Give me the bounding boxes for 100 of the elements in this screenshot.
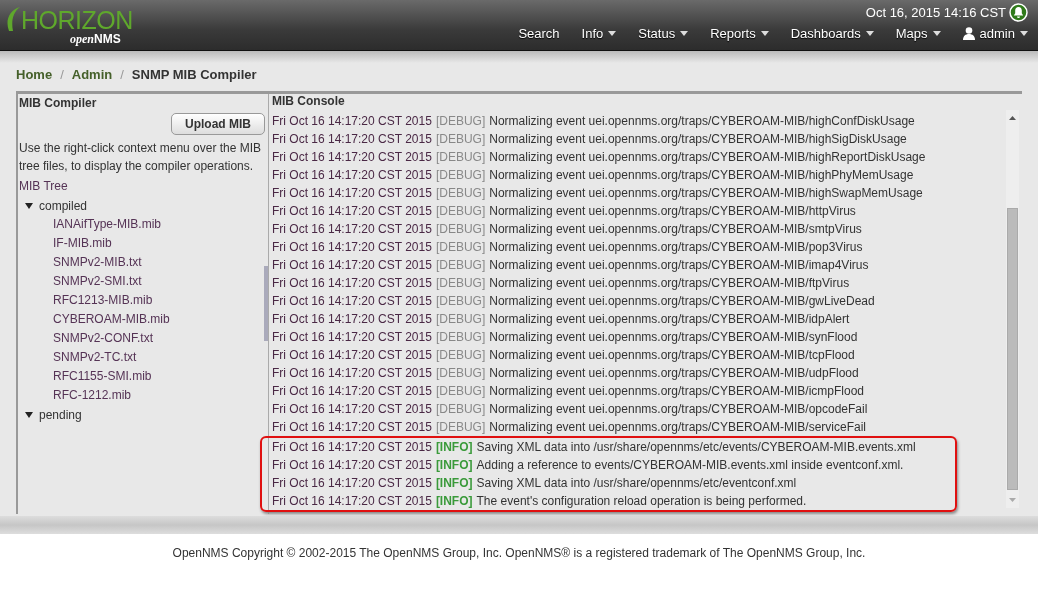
log-timestamp: Fri Oct 16 14:17:20 CST 2015 <box>272 440 432 454</box>
user-icon <box>962 27 975 40</box>
log-level: [DEBUG] <box>435 204 486 218</box>
log-timestamp: Fri Oct 16 14:17:20 CST 2015 <box>272 114 432 128</box>
log-timestamp: Fri Oct 16 14:17:20 CST 2015 <box>272 312 432 326</box>
scrollbar[interactable] <box>264 266 268 341</box>
log-timestamp: Fri Oct 16 14:17:20 CST 2015 <box>272 150 432 164</box>
triangle-icon[interactable] <box>25 410 33 419</box>
log-message: Saving XML data into /usr/share/opennms/etc/eventconf.xml <box>476 476 797 490</box>
log-message: Normalizing event uei.opennms.org/traps/CYBEROAM-MIB/smtpVirus <box>489 222 862 236</box>
log-message: Normalizing event uei.opennms.org/traps/CYBEROAM-MIB/icmpFlood <box>489 384 865 398</box>
log-message: Normalizing event uei.opennms.org/traps/CYBEROAM-MIB/highConfDiskUsage <box>489 114 915 128</box>
tree-file[interactable]: SNMPv2-SMI.txt <box>19 272 268 291</box>
log-level: [DEBUG] <box>435 384 486 398</box>
swoosh-icon <box>6 7 20 31</box>
log-timestamp: Fri Oct 16 14:17:20 CST 2015 <box>272 186 432 200</box>
datetime: Oct 16, 2015 14:16 CST <box>865 5 1006 20</box>
tree-file[interactable]: SNMPv2-MIB.txt <box>19 253 268 272</box>
log-timestamp: Fri Oct 16 14:17:20 CST 2015 <box>272 458 432 472</box>
log-message: Normalizing event uei.opennms.org/traps/CYBEROAM-MIB/ftpVirus <box>489 276 850 290</box>
log-message: Normalizing event uei.opennms.org/traps/CYBEROAM-MIB/httpVirus <box>489 204 856 218</box>
log-timestamp: Fri Oct 16 14:17:20 CST 2015 <box>272 168 432 182</box>
logo-title: HORIZON <box>21 8 133 33</box>
scrollbar-thumb[interactable] <box>1007 208 1018 490</box>
log-timestamp: Fri Oct 16 14:17:20 CST 2015 <box>272 402 432 416</box>
log-message: Normalizing event uei.opennms.org/traps/CYBEROAM-MIB/pop3Virus <box>489 240 863 254</box>
log-level: [DEBUG] <box>435 330 486 344</box>
tree-file[interactable]: IANAifType-MIB.mib <box>19 215 268 234</box>
log-level: [DEBUG] <box>435 168 486 182</box>
log-level: [DEBUG] <box>435 240 486 254</box>
log-timestamp: Fri Oct 16 14:17:20 CST 2015 <box>272 476 432 490</box>
log-timestamp: Fri Oct 16 14:17:20 CST 2015 <box>272 384 432 398</box>
breadcrumb-link[interactable]: Admin <box>71 66 113 82</box>
breadcrumb-separator: / <box>120 66 124 82</box>
tree-file[interactable]: RFC1155-SMI.mib <box>19 367 268 386</box>
nav-menu-item[interactable]: Status <box>616 23 689 44</box>
tree-title: MIB Tree <box>19 178 69 195</box>
log-message: Normalizing event uei.opennms.org/traps/CYBEROAM-MIB/udpFlood <box>489 366 859 380</box>
nav-menu-item[interactable]: Search <box>496 23 560 44</box>
tree-folder[interactable]: pending <box>39 407 82 422</box>
log-level: [DEBUG] <box>435 186 486 200</box>
log-level: [DEBUG] <box>435 132 486 146</box>
log-level: [DEBUG] <box>435 276 486 290</box>
log-message: Normalizing event uei.opennms.org/traps/CYBEROAM-MIB/highPhyMemUsage <box>489 168 914 182</box>
log-level: [INFO] <box>435 494 473 508</box>
log-message: Normalizing event uei.opennms.org/traps/CYBEROAM-MIB/highReportDiskUsage <box>489 150 926 164</box>
log-level: [INFO] <box>435 440 473 454</box>
nav-menu-item[interactable]: Info <box>559 23 617 44</box>
log-message: Normalizing event uei.opennms.org/traps/CYBEROAM-MIB/synFlood <box>489 330 858 344</box>
log-level: [DEBUG] <box>435 312 486 326</box>
log-level: [DEBUG] <box>435 366 486 380</box>
help-text: Use the right-click context menu over the MIB tree files, to display the compiler operations. <box>19 140 263 175</box>
log-level: [INFO] <box>435 476 473 490</box>
log-timestamp: Fri Oct 16 14:17:20 CST 2015 <box>272 276 432 290</box>
scroll-up-icon[interactable] <box>1009 116 1016 120</box>
log-level: [DEBUG] <box>435 402 486 416</box>
log-timestamp: Fri Oct 16 14:17:20 CST 2015 <box>272 258 432 272</box>
log-timestamp: Fri Oct 16 14:17:20 CST 2015 <box>272 222 432 236</box>
panel-title: MIB Console <box>272 94 346 108</box>
upload-button[interactable]: Upload MIB <box>171 113 265 135</box>
log-message: Normalizing event uei.opennms.org/traps/CYBEROAM-MIB/highSwapMemUsage <box>489 186 923 200</box>
tree-file[interactable]: RFC-1212.mib <box>19 386 268 405</box>
log-timestamp: Fri Oct 16 14:17:20 CST 2015 <box>272 330 432 344</box>
log-message: Adding a reference to events/CYBEROAM-MIB.events.xml inside eventconf.xml. <box>476 458 904 472</box>
panel-title: MIB Compiler <box>19 96 98 110</box>
nav-menu-item[interactable]: Maps <box>873 23 941 44</box>
nav-menu-item[interactable]: Dashboards <box>768 23 874 44</box>
log-message: Normalizing event uei.opennms.org/traps/CYBEROAM-MIB/imap4Virus <box>489 258 869 272</box>
log-level: [DEBUG] <box>435 348 486 362</box>
tree-file[interactable]: CYBEROAM-MIB.mib <box>19 310 268 329</box>
log-message: Normalizing event uei.opennms.org/traps/CYBEROAM-MIB/highSigDiskUsage <box>489 132 907 146</box>
breadcrumb-link[interactable]: Home <box>16 66 53 82</box>
bell-icon[interactable] <box>1009 3 1028 22</box>
log-timestamp: Fri Oct 16 14:17:20 CST 2015 <box>272 494 432 508</box>
tree-file[interactable]: RFC1213-MIB.mib <box>19 291 268 310</box>
log-level: [DEBUG] <box>435 222 486 236</box>
log-level: [DEBUG] <box>435 258 486 272</box>
tree-folder[interactable]: compiled <box>39 198 88 213</box>
triangle-icon[interactable] <box>25 201 33 210</box>
nav-menu-item[interactable]: admin <box>940 23 1028 44</box>
log-level: [DEBUG] <box>435 114 486 128</box>
log-level: [DEBUG] <box>435 420 486 434</box>
log-level: [DEBUG] <box>435 294 486 308</box>
logo-subtitle: openNMS <box>70 33 121 45</box>
log-timestamp: Fri Oct 16 14:17:20 CST 2015 <box>272 204 432 218</box>
tree-file[interactable]: SNMPv2-TC.txt <box>19 348 268 367</box>
scrollbar-track[interactable] <box>1006 110 1019 508</box>
log-message: The event's configuration reload operation is being performed. <box>476 494 807 508</box>
log-message: Normalizing event uei.opennms.org/traps/CYBEROAM-MIB/tcpFlood <box>489 348 855 362</box>
nav-menu-item[interactable]: Reports <box>688 23 769 44</box>
footer-text: OpenNMS Copyright © 2002-2015 The OpenNMS Group, Inc. OpenNMS® is a registered trademark of The OpenNMS Group, Inc. <box>172 546 866 560</box>
log-message: Normalizing event uei.opennms.org/traps/CYBEROAM-MIB/opcodeFail <box>489 402 868 416</box>
log-timestamp: Fri Oct 16 14:17:20 CST 2015 <box>272 366 432 380</box>
log-timestamp: Fri Oct 16 14:17:20 CST 2015 <box>272 348 432 362</box>
tree-file[interactable]: IF-MIB.mib <box>19 234 268 253</box>
log-timestamp: Fri Oct 16 14:17:20 CST 2015 <box>272 294 432 308</box>
log-level: [INFO] <box>435 458 473 472</box>
log-level: [DEBUG] <box>435 150 486 164</box>
log-message: Normalizing event uei.opennms.org/traps/CYBEROAM-MIB/idpAlert <box>489 312 850 326</box>
tree-file[interactable]: SNMPv2-CONF.txt <box>19 329 268 348</box>
